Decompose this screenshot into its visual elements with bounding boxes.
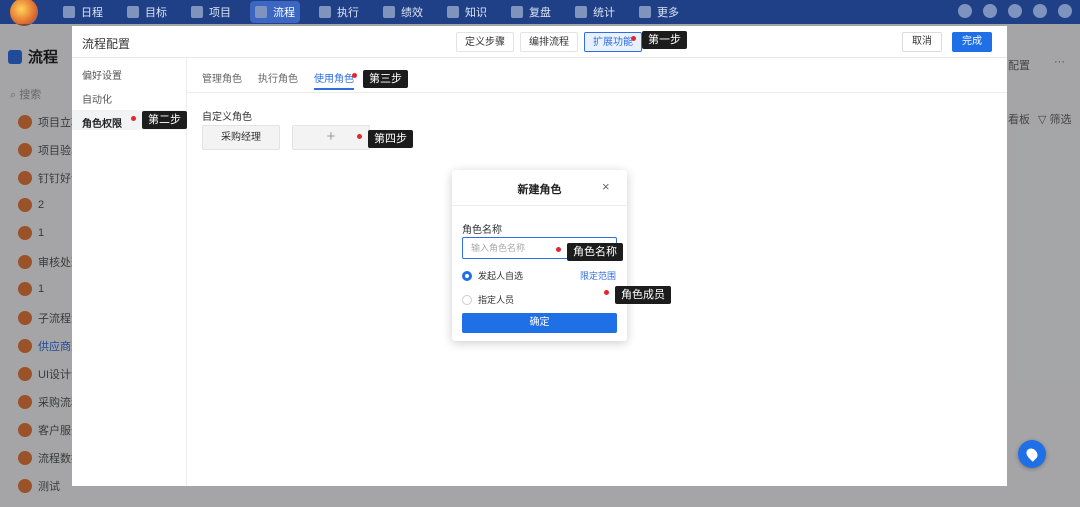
- role-sub-tabs: 管理角色 执行角色 使用角色: [202, 70, 370, 90]
- radio-checked-icon[interactable]: [462, 270, 472, 281]
- nav-item-execute[interactable]: 执行: [314, 0, 364, 24]
- annotation-dot: [357, 134, 362, 139]
- nav-item-review[interactable]: 复盘: [506, 0, 556, 24]
- panel-header: 流程配置 定义步骤 编排流程 扩展功能 取消 完成: [72, 26, 1007, 58]
- nav-item-knowledge[interactable]: 知识: [442, 0, 492, 24]
- custom-role-label: 自定义角色: [202, 112, 252, 123]
- annotation-dot: [604, 290, 609, 295]
- info-icon[interactable]: [1008, 4, 1022, 18]
- calendar-icon: [63, 6, 75, 18]
- nav-item-performance[interactable]: 绩效: [378, 0, 428, 24]
- nav-item-stats[interactable]: 统计: [570, 0, 620, 24]
- tab-use-role[interactable]: 使用角色: [314, 70, 354, 90]
- tab-define-steps[interactable]: 定义步骤: [456, 32, 514, 52]
- annotation-dot: [352, 73, 357, 78]
- process-icon: [255, 6, 267, 18]
- nav-list: 日程 目标 项目 流程 执行 绩效 知识 复盘 统计 更多: [58, 0, 698, 24]
- tab-extend-features[interactable]: 扩展功能: [584, 32, 642, 52]
- sidebar-item-preferences[interactable]: 偏好设置: [82, 67, 122, 82]
- execute-icon: [319, 6, 331, 18]
- project-icon: [191, 6, 203, 18]
- cancel-button[interactable]: 取消: [902, 32, 942, 52]
- floating-help-button[interactable]: [1018, 440, 1046, 468]
- option-assign-person[interactable]: 指定人员: [462, 293, 514, 306]
- sidebar-item-role-permissions[interactable]: 角色权限: [82, 115, 122, 130]
- knowledge-icon: [447, 6, 459, 18]
- dialog-divider: [452, 205, 627, 206]
- radio-unchecked-icon[interactable]: [462, 294, 472, 305]
- step-tabs: 定义步骤 编排流程 扩展功能: [456, 32, 648, 52]
- annotation-role-name: 角色名称: [567, 243, 623, 261]
- bell-icon[interactable]: [958, 4, 972, 18]
- more-icon: [639, 6, 651, 18]
- annotation-role-member: 角色成员: [615, 286, 671, 304]
- role-name-label: 角色名称: [462, 225, 502, 236]
- annotation-step3: 第三步: [363, 70, 408, 88]
- location-pin-icon: [1024, 446, 1040, 462]
- annotation-dot: [131, 116, 136, 121]
- performance-icon: [383, 6, 395, 18]
- dialog-title: 新建角色: [517, 184, 562, 196]
- search-icon[interactable]: [983, 4, 997, 18]
- limit-range-link[interactable]: 限定范围: [580, 269, 616, 282]
- avatar[interactable]: [1058, 4, 1072, 18]
- top-nav-bar: 日程 目标 项目 流程 执行 绩效 知识 复盘 统计 更多: [0, 0, 1080, 26]
- annotation-step4: 第四步: [368, 130, 413, 148]
- annotation-step1: 第一步: [642, 31, 687, 49]
- done-button[interactable]: 完成: [952, 32, 992, 52]
- nav-item-project[interactable]: 项目: [186, 0, 236, 24]
- target-icon: [127, 6, 139, 18]
- annotation-step2: 第二步: [142, 111, 187, 129]
- sidebar-item-automation[interactable]: 自动化: [82, 91, 112, 106]
- nav-item-goal[interactable]: 目标: [122, 0, 172, 24]
- tab-manage-role[interactable]: 管理角色: [202, 70, 242, 90]
- annotation-dot: [631, 36, 636, 41]
- nav-item-process[interactable]: 流程: [250, 1, 300, 23]
- option-initiator-select[interactable]: 发起人自选: [462, 269, 523, 282]
- gear-icon[interactable]: [1033, 4, 1047, 18]
- panel-title: 流程配置: [82, 37, 131, 51]
- annotation-dot: [556, 247, 561, 252]
- topbar-actions: [947, 4, 1072, 18]
- nav-item-more[interactable]: 更多: [634, 0, 684, 24]
- tab-execute-role[interactable]: 执行角色: [258, 70, 298, 90]
- sub-tab-divider: [187, 92, 1007, 93]
- tab-arrange-process[interactable]: 编排流程: [520, 32, 578, 52]
- close-icon[interactable]: ×: [602, 179, 610, 194]
- review-icon: [511, 6, 523, 18]
- app-logo[interactable]: [10, 0, 38, 26]
- confirm-button[interactable]: 确定: [462, 313, 617, 333]
- nav-item-schedule[interactable]: 日程: [58, 0, 108, 24]
- role-card-purchase-manager[interactable]: 采购经理: [202, 125, 280, 150]
- stats-icon: [575, 6, 587, 18]
